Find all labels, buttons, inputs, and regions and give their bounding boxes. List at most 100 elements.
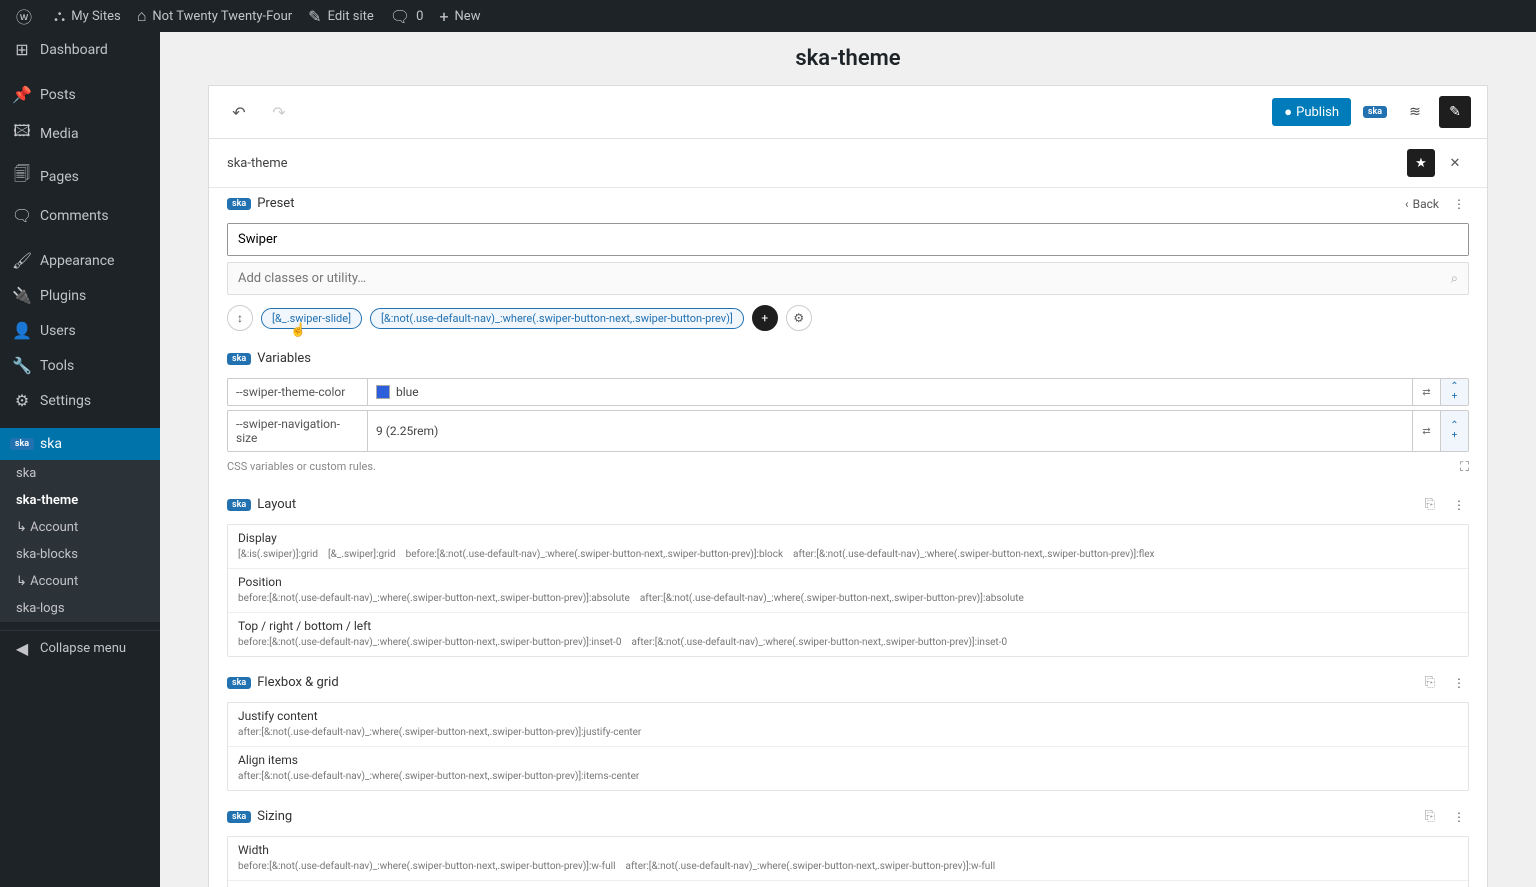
preset-name-field[interactable] — [227, 223, 1469, 256]
admin-bar-wp[interactable]: ⓦ — [8, 0, 46, 32]
property-value: before:[&:not(.use-default-nav)_:where(.… — [238, 860, 1458, 874]
sidebar-sub-skatheme[interactable]: ska-theme — [0, 487, 160, 514]
close-button[interactable]: ✕ — [1441, 149, 1469, 177]
sidebar-sub-ska[interactable]: ska — [0, 460, 160, 487]
admin-bar-new[interactable]: +New — [431, 0, 488, 32]
section-label: Layout — [257, 497, 296, 512]
editor-panel: ↶ ↷ ●Publish ska ≋ ✎ ska-theme ★ ✕ skaPr… — [208, 85, 1488, 887]
sidebar-sub-skablocks[interactable]: ska-blocks — [0, 541, 160, 568]
sidebar-sub-account2[interactable]: ↳ Account — [0, 568, 160, 595]
sidebar-item-label: Comments — [40, 208, 109, 224]
property-group: Width before:[&:not(.use-default-nav)_:wh… — [227, 836, 1469, 887]
admin-bar-label: Edit site — [328, 9, 374, 24]
group-menu-button[interactable]: ⋮ — [1449, 676, 1469, 690]
sidebar-item-label: Media — [40, 126, 79, 142]
group-menu-button[interactable]: ⋮ — [1449, 810, 1469, 824]
admin-bar-mysites[interactable]: ⛬My Sites — [46, 0, 129, 32]
expand-all-button[interactable]: ⛶ — [1460, 460, 1469, 475]
group-section-header: skaSizing⎘⋮ — [209, 801, 1487, 832]
clipboard-button[interactable]: ⎘ — [1421, 497, 1439, 512]
ska-icon: ska — [227, 811, 251, 823]
property-item[interactable]: Width before:[&:not(.use-default-nav)_:wh… — [228, 837, 1468, 881]
sidebar-sub-skalogs[interactable]: ska-logs — [0, 595, 160, 622]
section-label: Variables — [257, 351, 311, 366]
property-value: [&:is(.swiper)]:grid[&_.swiper]:gridbefo… — [238, 548, 1458, 562]
variables-section-header: skaVariables — [209, 343, 1487, 374]
sidebar-item-label: Users — [40, 323, 76, 339]
sidebar-item-appearance[interactable]: 🖌Appearance — [0, 243, 160, 278]
admin-bar-label: 0 — [416, 9, 423, 24]
chips-row: ↕ [&_.swiper-slide] [&:not(.use-default-… — [209, 305, 1487, 343]
redo-button[interactable]: ↷ — [265, 98, 293, 126]
property-item[interactable]: Align itemsafter:[&:not(.use-default-nav… — [228, 747, 1468, 790]
publish-label: Publish — [1296, 105, 1339, 120]
property-item[interactable]: Min-width[&_.swiper-wrapper]:min-w-0[&:n… — [228, 881, 1468, 887]
sidebar-item-users[interactable]: 👤Users — [0, 313, 160, 348]
chip-settings-button[interactable]: ⚙ — [786, 305, 812, 331]
back-button[interactable]: ‹Back — [1405, 197, 1439, 211]
preset-name-input[interactable] — [228, 224, 1468, 255]
media-icon: 🖾 — [12, 120, 32, 147]
preset-menu-button[interactable]: ⋮ — [1449, 197, 1469, 211]
variable-settings-button[interactable]: ⇄ — [1412, 379, 1440, 405]
variable-row: --swiper-theme-color blue ⇄ ⌃+ — [227, 378, 1469, 406]
favorite-button[interactable]: ★ — [1407, 149, 1435, 177]
admin-bar-home[interactable]: ⌂Not Twenty Twenty-Four — [129, 0, 300, 32]
undo-button[interactable]: ↶ — [225, 98, 253, 126]
add-chip-button[interactable]: + — [752, 305, 778, 331]
sidebar-item-comments[interactable]: 🗨Comments — [0, 198, 160, 233]
editor-toolbar: ↶ ↷ ●Publish ska ≋ ✎ — [209, 86, 1487, 139]
page-title: ska-theme — [160, 32, 1536, 85]
sidebar-sub-account1[interactable]: ↳ Account — [0, 514, 160, 541]
group-menu-button[interactable]: ⋮ — [1449, 498, 1469, 512]
clipboard-button[interactable]: ⎘ — [1421, 675, 1439, 690]
property-item[interactable]: Justify contentafter:[&:not(.use-default… — [228, 703, 1468, 747]
publish-button[interactable]: ●Publish — [1272, 98, 1351, 126]
variable-expand-button[interactable]: ⌃+ — [1440, 379, 1468, 405]
sidebar-item-label: ska — [40, 436, 62, 452]
admin-bar-editsite[interactable]: ✎Edit site — [300, 0, 382, 32]
sidebar-item-pages[interactable]: 🗐Pages — [0, 155, 160, 198]
collapse-icon: ◀ — [12, 639, 32, 658]
sidebar-submenu: ska ska-theme ↳ Account ska-blocks ↳ Acc… — [0, 460, 160, 622]
ska-logo-button[interactable]: ska — [1359, 96, 1391, 128]
sidebar-item-dashboard[interactable]: ⊞Dashboard — [0, 32, 160, 67]
preset-section-header: skaPreset ‹Back ⋮ — [209, 188, 1487, 219]
sidebar-item-label: Tools — [40, 358, 74, 374]
group-section-header: skaFlexbox & grid⎘⋮ — [209, 667, 1487, 698]
property-item[interactable]: Top / right / bottom / leftbefore:[&:not… — [228, 613, 1468, 656]
variable-settings-button[interactable]: ⇄ — [1412, 411, 1440, 451]
admin-bar-label: Not Twenty Twenty-Four — [152, 9, 292, 24]
sort-button[interactable]: ↕ — [227, 305, 253, 331]
admin-bar-comments[interactable]: 🗨0 — [382, 0, 432, 32]
classes-search-input[interactable] — [228, 263, 1468, 294]
clipboard-button[interactable]: ⎘ — [1421, 809, 1439, 824]
settings-icon: ⚙ — [12, 391, 32, 410]
variable-value-field[interactable]: blue — [368, 379, 1412, 405]
variable-row: --swiper-navigation-size 9 (2.25rem) ⇄ ⌃… — [227, 410, 1469, 452]
variable-expand-button[interactable]: ⌃+ — [1440, 411, 1468, 451]
chip-selector-1[interactable]: [&_.swiper-slide] — [261, 308, 362, 329]
sidebar-item-settings[interactable]: ⚙Settings — [0, 383, 160, 418]
variable-value-field[interactable]: 9 (2.25rem) — [368, 411, 1412, 451]
collapse-menu[interactable]: ◀Collapse menu — [0, 630, 160, 666]
chip-selector-2[interactable]: [&:not(.use-default-nav)_:where(.swiper-… — [370, 308, 744, 329]
property-item[interactable]: Display[&:is(.swiper)]:grid[&_.swiper]:g… — [228, 525, 1468, 569]
sidebar-item-plugins[interactable]: 🔌Plugins — [0, 278, 160, 313]
property-label: Align items — [238, 753, 1458, 767]
property-label: Width — [238, 843, 1458, 857]
sidebar-item-label: Appearance — [40, 253, 114, 269]
classes-search[interactable]: ⌕ — [227, 262, 1469, 295]
pin-icon: 📌 — [12, 85, 32, 104]
variable-name: --swiper-navigation-size — [228, 411, 368, 451]
sidebar-item-posts[interactable]: 📌Posts — [0, 77, 160, 112]
edit-mode-button[interactable]: ✎ — [1439, 96, 1471, 128]
sidebar-item-ska[interactable]: skaska — [0, 428, 160, 460]
layers-button[interactable]: ≋ — [1399, 96, 1431, 128]
variables-footer-text: CSS variables or custom rules. — [227, 460, 376, 475]
back-label: Back — [1413, 197, 1439, 211]
header-label: ska-theme — [227, 156, 288, 171]
sidebar-item-media[interactable]: 🖾 Media — [0, 112, 160, 155]
sidebar-item-tools[interactable]: 🔧Tools — [0, 348, 160, 383]
property-item[interactable]: Positionbefore:[&:not(.use-default-nav)_… — [228, 569, 1468, 613]
